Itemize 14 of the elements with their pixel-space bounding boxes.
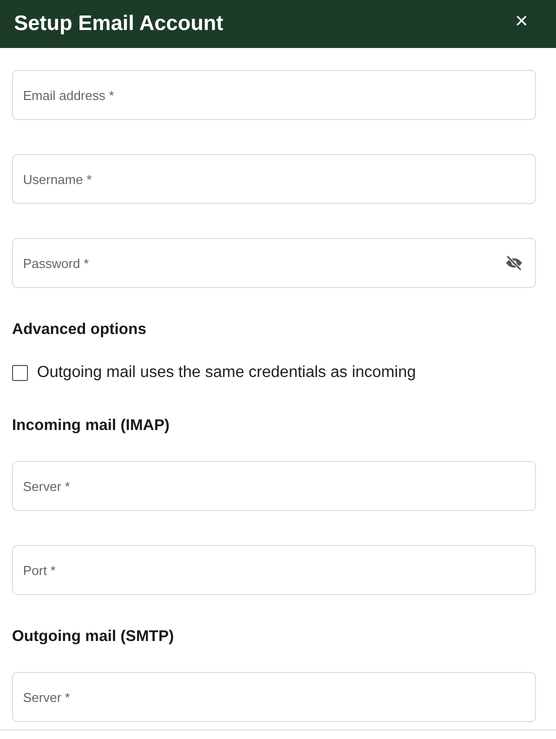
close-button[interactable]: × [513, 10, 530, 32]
section-heading: Outgoing mail (SMTP) [12, 627, 175, 647]
eye-slash-icon[interactable] [504, 253, 524, 273]
password-field[interactable]: Password * [12, 238, 536, 288]
input-field[interactable]: Port * [12, 545, 536, 595]
input-field[interactable]: Username * [12, 154, 536, 204]
input-field[interactable]: Email address * [12, 70, 536, 120]
checkbox[interactable] [12, 365, 28, 381]
checkbox-label[interactable]: Outgoing mail uses the same credentials as incoming [37, 363, 416, 383]
section-heading: Advanced options [12, 320, 148, 340]
dialog-title: Setup Email Account [14, 12, 224, 36]
input-field[interactable]: Server * [12, 461, 536, 511]
section-heading: Incoming mail (IMAP) [12, 416, 171, 436]
input-field[interactable]: Server * [12, 672, 536, 722]
